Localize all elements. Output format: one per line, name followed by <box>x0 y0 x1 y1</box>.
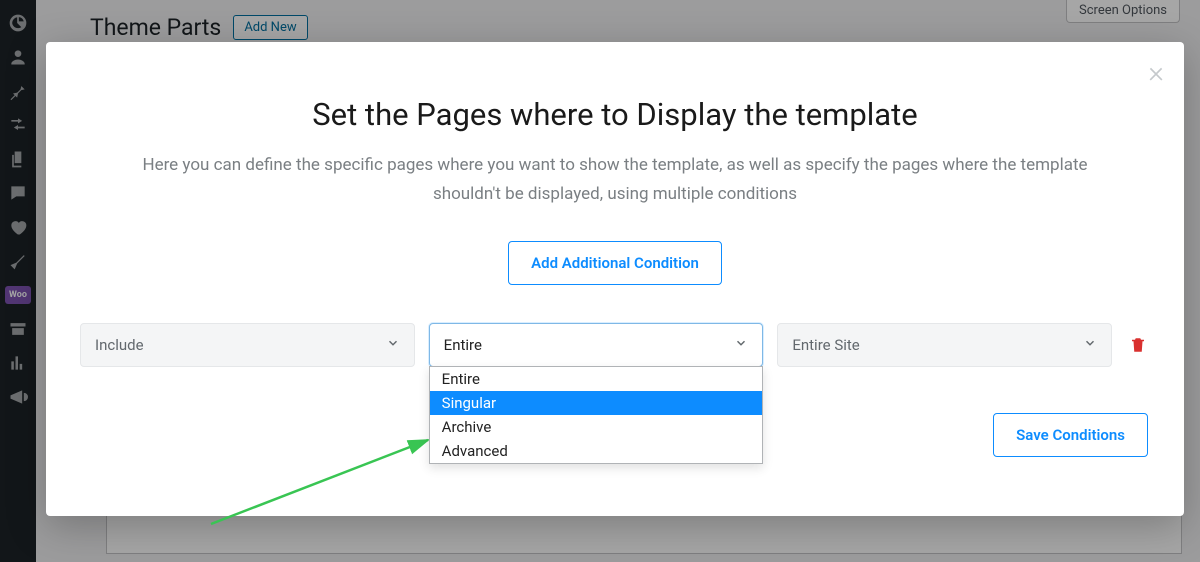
modal-description: Here you can define the specific pages w… <box>115 151 1115 209</box>
condition-mode-select[interactable]: Include <box>80 323 415 367</box>
condition-type-select[interactable]: Entire Entire Singular Archive Advanced <box>429 323 764 367</box>
modal-title: Set the Pages where to Display the templ… <box>76 96 1154 133</box>
condition-scope-select[interactable]: Entire Site <box>777 323 1112 367</box>
chevron-down-icon <box>1083 336 1097 354</box>
option-entire[interactable]: Entire <box>430 367 763 391</box>
option-archive[interactable]: Archive <box>430 415 763 439</box>
close-icon[interactable]: × <box>1148 58 1164 88</box>
option-advanced[interactable]: Advanced <box>430 439 763 463</box>
add-condition-button[interactable]: Add Additional Condition <box>508 241 722 285</box>
option-singular[interactable]: Singular <box>430 391 763 415</box>
display-conditions-modal: × Set the Pages where to Display the tem… <box>46 42 1184 516</box>
chevron-down-icon <box>386 336 400 354</box>
condition-row: Include Entire Entire Singular Archive A… <box>76 323 1154 367</box>
condition-type-dropdown: Entire Singular Archive Advanced <box>429 366 764 464</box>
chevron-down-icon <box>734 336 748 354</box>
condition-type-value: Entire <box>444 336 482 354</box>
save-conditions-button[interactable]: Save Conditions <box>993 413 1148 457</box>
condition-scope-value: Entire Site <box>792 336 859 354</box>
condition-mode-value: Include <box>95 336 144 354</box>
delete-condition-button[interactable] <box>1126 335 1150 355</box>
